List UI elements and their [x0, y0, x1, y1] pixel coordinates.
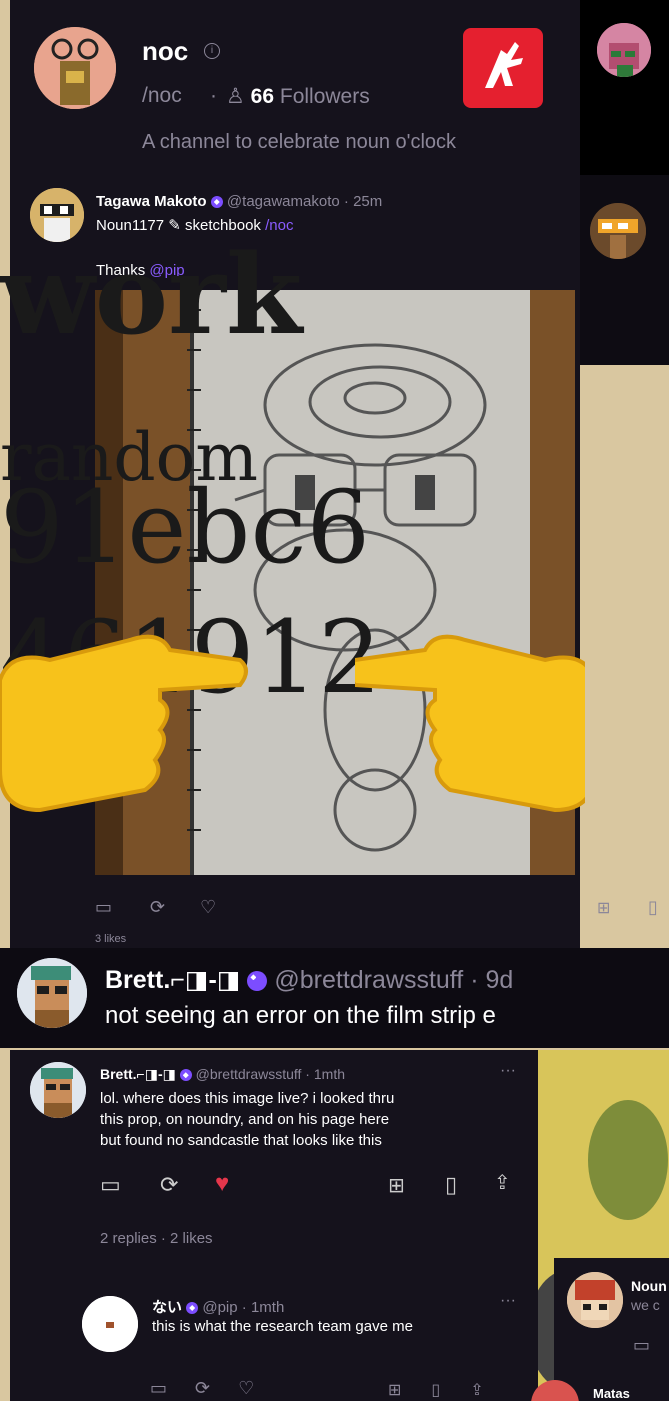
- thread-header: Brett.⌐◨-◨ @brettdrawsstuff · 1mth: [100, 1066, 345, 1082]
- brand-logo[interactable]: [463, 28, 543, 108]
- thread-body-line: this prop, on noundry, and on his page h…: [100, 1111, 390, 1128]
- pip-handle[interactable]: @pip: [202, 1299, 237, 1316]
- recast-icon[interactable]: ⟳: [150, 897, 165, 918]
- pip-body: this is what the research team gave me: [152, 1318, 413, 1335]
- pip-action-bar-right[interactable]: ⊞▯⇪: [388, 1380, 514, 1401]
- separator-dot: ·: [210, 84, 217, 107]
- side-avatar-noun[interactable]: [590, 203, 646, 259]
- reply-header: Brett.⌐◨-◨ @brettdrawsstuff · 9d: [105, 966, 514, 994]
- more-icon[interactable]: ···: [500, 1292, 516, 1310]
- thread-body: lol. where does this image live? i looke…: [100, 1088, 394, 1151]
- thread-time: 1mth: [313, 1066, 345, 1082]
- verified-icon: [179, 1069, 192, 1082]
- pip-action-bar[interactable]: ▭⟳♡: [150, 1378, 282, 1401]
- post-likes: 3 likes: [95, 933, 127, 943]
- person-icon: ♙: [226, 85, 245, 108]
- pip-avatar[interactable]: [82, 1296, 138, 1352]
- grid-icon[interactable]: ⊞: [388, 1173, 405, 1198]
- verified-icon: [210, 196, 223, 209]
- author-handle[interactable]: @tagawamakoto: [227, 193, 340, 210]
- grid-icon[interactable]: ⊞: [597, 898, 610, 918]
- overlay-hex-1: 91ebc6: [0, 469, 371, 586]
- overlay-word-work: work: [0, 230, 303, 359]
- followers-info[interactable]: ♙ 66 Followers: [226, 84, 370, 109]
- liked-heart-icon[interactable]: ♥: [215, 1170, 229, 1198]
- recast-icon[interactable]: ⟳: [160, 1172, 178, 1198]
- side-mini-text: we c: [631, 1297, 660, 1313]
- pip-time: 1mth: [250, 1299, 285, 1316]
- side-name-matas[interactable]: Matas: [593, 1386, 630, 1401]
- channel-name: noc: [142, 36, 189, 66]
- reply-author[interactable]: Brett.⌐◨-◨: [105, 966, 240, 994]
- side-avatar-pink[interactable]: [597, 23, 651, 77]
- author-name[interactable]: Tagawa Makoto: [96, 193, 207, 210]
- thread-body-line: but found no sandcastle that looks like …: [100, 1132, 382, 1149]
- pointing-left-emoji: [347, 590, 597, 820]
- reply-icon[interactable]: ▭: [95, 897, 112, 918]
- pip-header: ない @pip · 1mth: [152, 1299, 285, 1316]
- channel-avatar[interactable]: [34, 27, 116, 109]
- reply-body: not seeing an error on the film strip e: [105, 1002, 496, 1029]
- reply-icon[interactable]: ▭: [633, 1335, 650, 1356]
- verified-icon: [186, 1302, 199, 1315]
- reply-card: [0, 948, 669, 1048]
- side-mini-name[interactable]: Noun: [631, 1278, 667, 1294]
- verified-icon: [247, 971, 268, 992]
- thread-body-line: lol. where does this image live? i looke…: [100, 1090, 395, 1107]
- bookmark-icon[interactable]: ▯: [648, 897, 658, 918]
- reply-handle[interactable]: @brettdrawsstuff: [274, 966, 463, 994]
- channel-description: A channel to celebrate noun o'clock: [142, 131, 457, 153]
- pointing-right-emoji: [0, 590, 250, 820]
- side-mini-avatar[interactable]: [567, 1272, 623, 1328]
- followers-count: 66: [250, 85, 275, 108]
- thread-avatar[interactable]: [30, 1062, 86, 1118]
- reply-time: 9d: [485, 966, 514, 994]
- post-header: Tagawa Makoto @tagawamakoto · 25m: [96, 193, 383, 210]
- followers-label: Followers: [279, 85, 370, 108]
- reply-icon[interactable]: ▭: [100, 1172, 121, 1198]
- bookmark-icon[interactable]: ▯: [445, 1172, 457, 1198]
- thread-stats[interactable]: 2 replies · 2 likes: [100, 1230, 213, 1247]
- more-icon[interactable]: ···: [500, 1062, 516, 1080]
- channel-handle[interactable]: /noc: [142, 84, 182, 108]
- channel-header: noc i /noc · ♙ 66 Followers A channel to…: [10, 0, 580, 175]
- share-icon[interactable]: ⇪: [494, 1170, 511, 1195]
- info-icon[interactable]: i: [204, 43, 220, 59]
- pip-author[interactable]: ない: [152, 1299, 182, 1316]
- like-icon[interactable]: ♡: [200, 897, 216, 918]
- thread-author[interactable]: Brett.⌐◨-◨: [100, 1066, 176, 1082]
- brett-avatar[interactable]: [17, 958, 87, 1028]
- post-time: 25m: [353, 193, 383, 210]
- thread-handle[interactable]: @brettdrawsstuff: [196, 1066, 302, 1082]
